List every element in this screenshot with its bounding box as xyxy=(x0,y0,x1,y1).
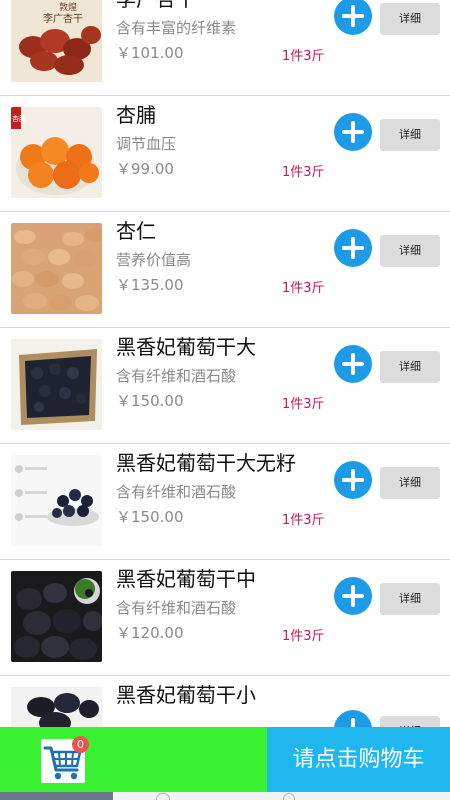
product-unit: 1件3斤 xyxy=(282,49,325,64)
detail-button[interactable]: 详细 xyxy=(380,467,440,499)
product-image xyxy=(11,223,102,314)
product-description: 含有纤维和酒石酸 xyxy=(116,599,237,617)
product-price: ￥150.00 xyxy=(116,508,184,526)
checkout-button[interactable]: 请点击购物车 xyxy=(267,727,450,792)
tab-home[interactable] xyxy=(0,792,113,800)
product-name: 黑香妃葡萄干中 xyxy=(116,567,256,591)
product-price: ￥120.00 xyxy=(116,624,184,642)
product-description: 含有纤维和酒石酸 xyxy=(116,367,237,385)
cart-count-badge: 0 xyxy=(72,736,89,753)
product-unit: 1件3斤 xyxy=(282,397,325,412)
add-to-cart-button[interactable] xyxy=(334,113,372,151)
add-to-cart-button[interactable] xyxy=(334,461,372,499)
product-name: 杏脯 xyxy=(116,103,156,127)
detail-button[interactable]: 详细 xyxy=(380,351,440,383)
product-row[interactable]: 黑香妃葡萄干大 含有纤维和酒石酸 ￥150.00 1件3斤 详细 xyxy=(0,329,450,444)
product-row[interactable]: 黑香妃葡萄干中 含有纤维和酒石酸 ￥120.00 1件3斤 详细 xyxy=(0,561,450,676)
product-name: 杏仁 xyxy=(116,219,156,243)
product-row[interactable]: 黑香妃葡萄干大无籽 含有纤维和酒石酸 ￥150.00 1件3斤 详细 xyxy=(0,445,450,560)
product-price: ￥101.00 xyxy=(116,44,184,62)
image-caption: 敦煌 xyxy=(59,1,77,13)
product-image: 敦煌 李广杏干 xyxy=(11,0,102,82)
product-description: 含有丰富的纤维素 xyxy=(116,19,237,37)
product-row[interactable]: 敦煌 李广杏干 李广杏干 含有丰富的纤维素 ￥101.00 1件3斤 详细 xyxy=(0,0,450,96)
product-image xyxy=(11,339,102,430)
product-row[interactable]: 杏脯 杏脯 调节血压 ￥99.00 1件3斤 详细 xyxy=(0,97,450,212)
product-image xyxy=(11,571,102,662)
product-row[interactable]: 杏仁 营养价值高 ￥135.00 1件3斤 详细 xyxy=(0,213,450,328)
product-name: 黑香妃葡萄干大 xyxy=(116,335,256,359)
product-name: 黑香妃葡萄干小 xyxy=(116,683,256,707)
detail-button[interactable]: 详细 xyxy=(380,3,440,35)
product-name: 李广杏干 xyxy=(116,0,196,12)
bottom-tab-bar xyxy=(0,792,450,800)
product-name: 黑香妃葡萄干大无籽 xyxy=(116,451,296,475)
product-description: 营养价值高 xyxy=(116,251,192,269)
product-description: 含有纤维和酒石酸 xyxy=(116,483,237,501)
add-to-cart-button[interactable] xyxy=(334,345,372,383)
product-unit: 1件3斤 xyxy=(282,513,325,528)
product-price: ￥135.00 xyxy=(116,276,184,294)
tab-profile-icon[interactable] xyxy=(283,793,295,800)
image-caption: 李广杏干 xyxy=(43,12,83,25)
product-description: 调节血压 xyxy=(116,135,177,153)
detail-button[interactable]: 详细 xyxy=(380,583,440,615)
product-price: ￥99.00 xyxy=(116,160,174,178)
image-caption: 杏脯 xyxy=(12,114,26,123)
cart-area[interactable]: 0 xyxy=(0,727,267,792)
tab-category-icon[interactable] xyxy=(156,793,170,800)
product-unit: 1件3斤 xyxy=(282,281,325,296)
detail-button[interactable]: 详细 xyxy=(380,119,440,151)
product-price: ￥150.00 xyxy=(116,392,184,410)
product-unit: 1件3斤 xyxy=(282,165,325,180)
product-image: 杏脯 xyxy=(11,107,102,198)
add-to-cart-button[interactable] xyxy=(334,0,372,35)
add-to-cart-button[interactable] xyxy=(334,229,372,267)
cart-bar: 0 请点击购物车 xyxy=(0,727,450,792)
detail-button[interactable]: 详细 xyxy=(380,235,440,267)
add-to-cart-button[interactable] xyxy=(334,577,372,615)
product-unit: 1件3斤 xyxy=(282,629,325,644)
product-image xyxy=(11,455,102,546)
